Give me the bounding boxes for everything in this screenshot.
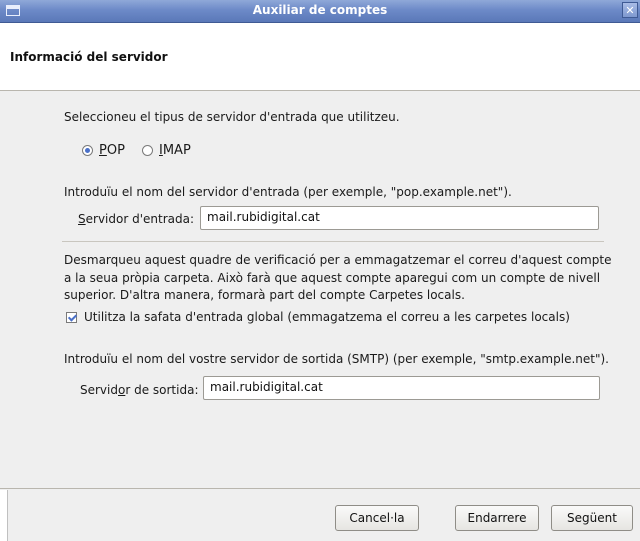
incoming-server-label: Servidor d'entrada: <box>78 212 194 226</box>
incoming-server-hint: Introduïu el nom del servidor d'entrada … <box>64 185 512 199</box>
global-inbox-description-line1: Desmarqueu aquest quadre de verificació … <box>64 253 612 267</box>
close-button[interactable]: ✕ <box>622 2 638 18</box>
imap-radio-label[interactable]: IMAP <box>159 143 191 158</box>
imap-radio[interactable] <box>142 145 153 156</box>
pop-mnemonic: P <box>99 143 107 158</box>
wizard-header: Informació del servidor <box>0 23 640 90</box>
outgoing-server-input[interactable]: mail.rubidigital.cat <box>203 376 600 400</box>
global-inbox-description-line2: a la seua pròpia carpeta. Això farà que … <box>64 271 601 285</box>
pop-radio-label[interactable]: POP <box>99 143 125 158</box>
incoming-server-mnemonic: S <box>78 212 86 226</box>
pop-radio[interactable] <box>82 145 93 156</box>
window-title: Auxiliar de comptes <box>252 3 388 17</box>
cancel-button[interactable]: Cancel·la <box>335 505 419 531</box>
global-inbox-checkbox-label[interactable]: Utilitza la safata d'entrada global (emm… <box>84 310 570 324</box>
window-edge <box>0 490 8 541</box>
outgoing-label-after: r de sortida: <box>125 383 199 397</box>
outgoing-label-before: Servid <box>80 383 118 397</box>
incoming-server-input[interactable]: mail.rubidigital.cat <box>200 206 599 230</box>
incoming-server-label-rest: ervidor d'entrada: <box>85 212 194 226</box>
outgoing-server-label: Servidor de sortida: <box>80 383 199 397</box>
incoming-type-prompt: Seleccioneu el tipus de servidor d'entra… <box>64 110 400 124</box>
outgoing-server-hint: Introduïu el nom del vostre servidor de … <box>64 352 609 366</box>
next-button[interactable]: Següent <box>551 505 633 531</box>
imap-label-rest: MAP <box>162 143 191 158</box>
global-inbox-checkbox[interactable] <box>66 312 77 323</box>
section-divider <box>62 241 604 242</box>
page-title: Informació del servidor <box>10 50 168 64</box>
back-button[interactable]: Endarrere <box>455 505 539 531</box>
global-inbox-description-line3: superior. D'altra manera, formarà part d… <box>64 288 465 302</box>
wizard-footer <box>0 489 640 541</box>
pop-label-rest: OP <box>106 143 125 158</box>
title-bar: Auxiliar de comptes ✕ <box>0 0 640 23</box>
